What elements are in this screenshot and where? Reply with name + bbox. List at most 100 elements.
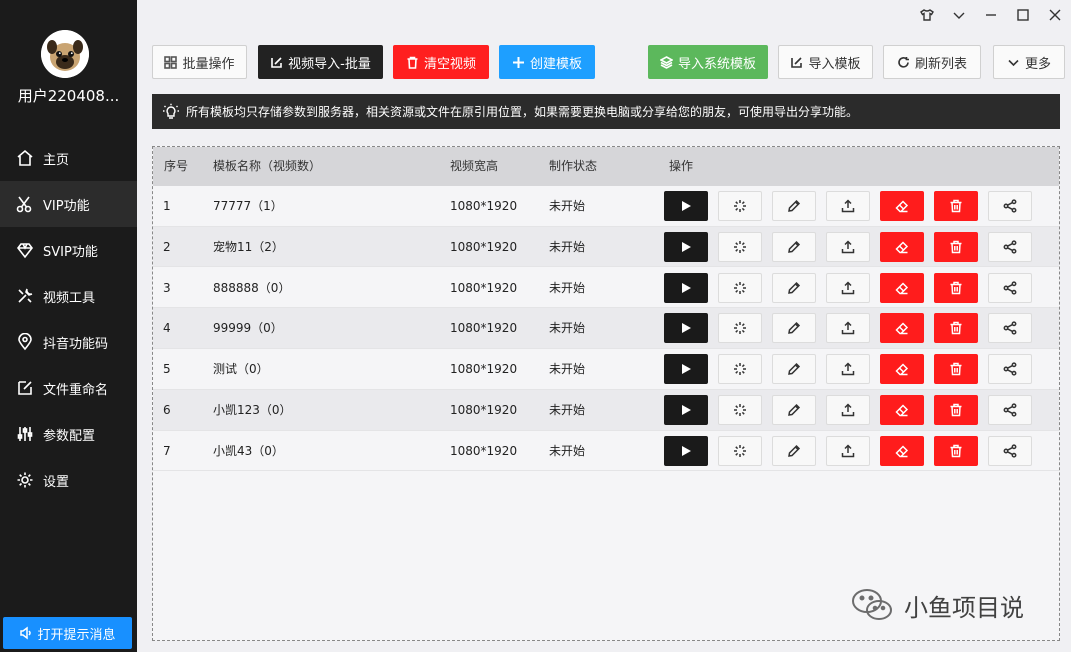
row-video-size: 1080*1920 [450, 403, 518, 417]
share-button[interactable] [988, 395, 1032, 425]
maximize-button[interactable] [1007, 4, 1039, 26]
table-row: 4 99999（0） 1080*1920 未开始 [153, 308, 1059, 349]
skin-button[interactable] [911, 4, 943, 26]
effects-button[interactable] [718, 354, 762, 385]
sidebar-item-params[interactable]: 参数配置 [0, 411, 137, 457]
edit-button[interactable] [772, 354, 816, 385]
row-status: 未开始 [549, 199, 586, 213]
window-controls [911, 4, 1071, 26]
gear-icon [16, 471, 34, 489]
lightbulb-icon [163, 103, 179, 119]
effects-button[interactable] [718, 313, 762, 344]
delete-button[interactable] [934, 313, 978, 344]
import-video-batch-button[interactable]: 视频导入-批量 [258, 45, 383, 79]
sidebar-item-video-tools[interactable]: 视频工具 [0, 273, 137, 319]
open-notice-button[interactable]: 打开提示消息 [3, 617, 132, 649]
eraser-icon [895, 281, 909, 295]
edit-button[interactable] [772, 272, 816, 303]
clear-video-button[interactable]: 清空视频 [393, 45, 489, 79]
upload-icon [841, 321, 855, 335]
export-button[interactable] [826, 191, 870, 221]
delete-button[interactable] [934, 354, 978, 385]
refresh-icon [898, 56, 909, 68]
import-template-label: 导入模板 [808, 56, 861, 72]
edit-button[interactable] [772, 231, 816, 262]
delete-button[interactable] [934, 395, 978, 425]
import-system-template-button[interactable]: 导入系统模板 [648, 45, 768, 79]
clear-button[interactable] [880, 313, 924, 344]
edit-button[interactable] [772, 435, 816, 466]
eraser-icon [895, 240, 909, 254]
delete-button[interactable] [934, 435, 978, 466]
sidebar-item-label: 设置 [43, 474, 70, 490]
export-button[interactable] [826, 435, 870, 466]
share-button[interactable] [988, 191, 1032, 221]
row-status: 未开始 [549, 280, 586, 295]
export-button[interactable] [826, 313, 870, 344]
export-button[interactable] [826, 395, 870, 425]
export-button[interactable] [826, 354, 870, 385]
avatar[interactable] [41, 30, 89, 78]
delete-button[interactable] [934, 191, 978, 221]
minimize-button[interactable] [975, 4, 1007, 26]
import-template-button[interactable]: 导入模板 [778, 45, 873, 79]
share-button[interactable] [988, 313, 1032, 344]
edit-button[interactable] [772, 191, 816, 221]
sidebar-item-svip[interactable]: SVIP功能 [0, 227, 137, 273]
close-button[interactable] [1039, 4, 1071, 26]
clear-button[interactable] [880, 272, 924, 303]
play-button[interactable] [664, 435, 708, 466]
sidebar-item-label: 文件重命名 [43, 382, 109, 398]
effects-button[interactable] [718, 191, 762, 221]
batch-operation-button[interactable]: 批量操作 [152, 45, 247, 79]
create-template-button[interactable]: 创建模板 [499, 45, 595, 79]
effects-button[interactable] [718, 395, 762, 425]
share-button[interactable] [988, 354, 1032, 385]
clear-button[interactable] [880, 395, 924, 425]
play-icon [680, 404, 692, 416]
play-icon [680, 200, 692, 212]
play-button[interactable] [664, 231, 708, 262]
dropdown-button[interactable] [943, 4, 975, 26]
clear-button[interactable] [880, 354, 924, 385]
effects-button[interactable] [718, 231, 762, 262]
export-button[interactable] [826, 231, 870, 262]
table-row: 2 宠物11（2） 1080*1920 未开始 [153, 226, 1059, 268]
sidebar-item-label: 主页 [43, 152, 70, 168]
sidebar-item-home[interactable]: 主页 [0, 135, 137, 181]
play-button[interactable] [664, 354, 708, 385]
effects-button[interactable] [718, 435, 762, 466]
info-text: 所有模板均只存储参数到服务器，相关资源或文件在原引用位置，如果需要更换电脑或分享… [186, 105, 859, 119]
sidebar-item-settings[interactable]: 设置 [0, 457, 137, 503]
play-button[interactable] [664, 191, 708, 221]
delete-button[interactable] [934, 272, 978, 303]
play-button[interactable] [664, 395, 708, 425]
play-icon [680, 282, 692, 294]
sidebar-item-vip[interactable]: VIP功能 [0, 181, 137, 227]
export-button[interactable] [826, 272, 870, 303]
watermark: 小鱼项目说 [850, 585, 1024, 625]
clear-button[interactable] [880, 191, 924, 221]
edit-button[interactable] [772, 313, 816, 344]
play-button[interactable] [664, 272, 708, 303]
play-button[interactable] [664, 313, 708, 344]
effects-button[interactable] [718, 272, 762, 303]
table-row: 3 888888（0） 1080*1920 未开始 [153, 267, 1059, 309]
more-button[interactable]: 更多 [993, 45, 1065, 79]
sidebar-item-douyin-code[interactable]: 抖音功能码 [0, 319, 137, 365]
home-icon [16, 149, 34, 167]
grid-icon [164, 55, 178, 69]
play-icon [680, 241, 692, 253]
clear-button[interactable] [880, 435, 924, 466]
share-button[interactable] [988, 435, 1032, 466]
plus-icon [512, 56, 524, 68]
sidebar-item-file-rename[interactable]: 文件重命名 [0, 365, 137, 411]
share-button[interactable] [988, 231, 1032, 262]
delete-button[interactable] [934, 231, 978, 262]
watermark-text: 小鱼项目说 [904, 593, 1024, 622]
edit-button[interactable] [772, 395, 816, 425]
clear-button[interactable] [880, 231, 924, 262]
refresh-list-button[interactable]: 刷新列表 [883, 45, 981, 79]
skin-icon [920, 9, 934, 21]
share-button[interactable] [988, 272, 1032, 303]
